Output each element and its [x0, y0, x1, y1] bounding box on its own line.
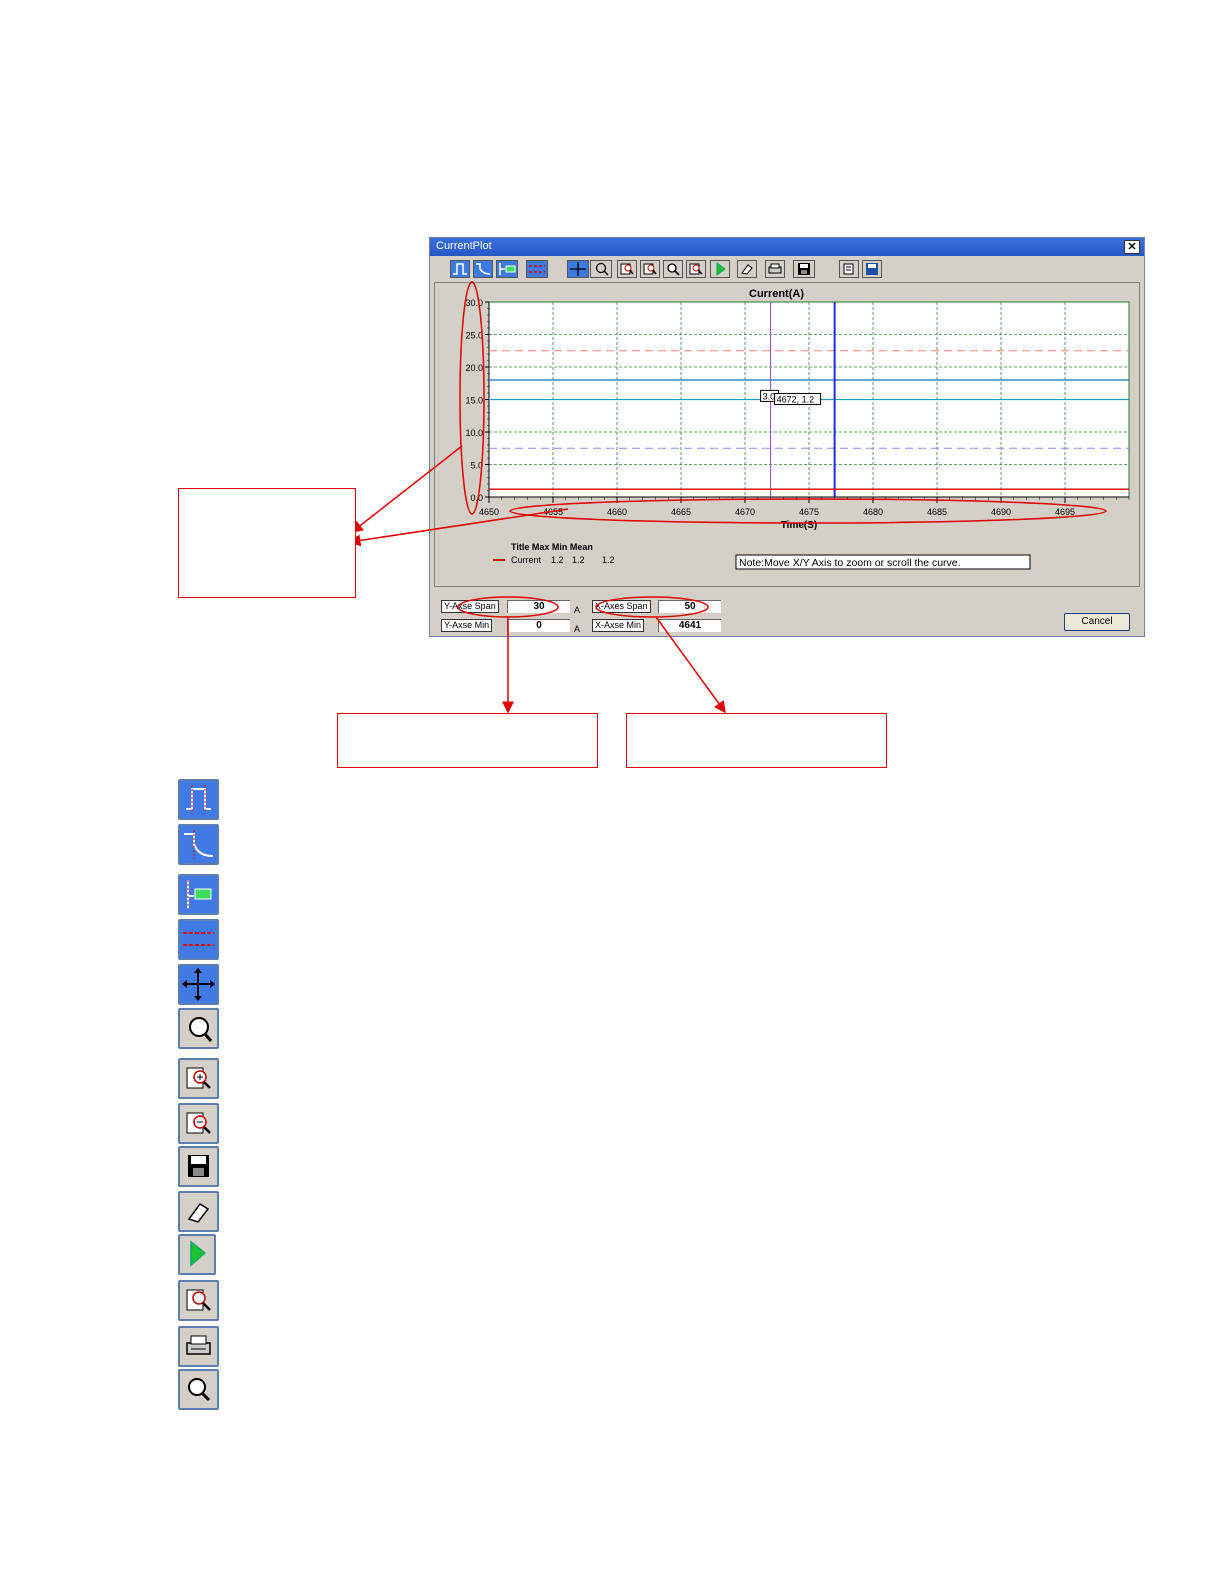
- legend-zoom-in-button: [178, 1058, 219, 1099]
- legend-curve-step-button: [178, 824, 219, 865]
- x-span-highlight-ellipse: [595, 596, 709, 618]
- y-axis-highlight-ellipse: [459, 281, 485, 515]
- x-axis-highlight-ellipse: [509, 498, 1107, 524]
- y-span-annotation-box: [337, 713, 598, 768]
- play-icon: [190, 1240, 207, 1267]
- save-icon: [193, 1168, 204, 1176]
- dashed-limits-icon: [183, 932, 214, 946]
- arrow-to-x-span-box: [655, 616, 726, 714]
- cursor-readout-icon: [194, 888, 212, 900]
- legend-eraser-button: [178, 1191, 219, 1232]
- zoom-in-icon: [203, 1081, 211, 1089]
- legend-dashed-limits-button: [178, 919, 219, 960]
- legend-cursor-readout-button: [178, 874, 219, 915]
- legend-zoom-area-button: [178, 1008, 219, 1049]
- legend-pan-button: [178, 964, 219, 1005]
- legend-zoom-reset-button: [178, 1280, 219, 1321]
- legend-print-button: [178, 1326, 219, 1367]
- legend-step-button: [178, 779, 219, 820]
- legend-play-button: [178, 1234, 216, 1275]
- x-span-annotation-box: [626, 713, 887, 768]
- arrow-to-left-box-1: [350, 445, 463, 533]
- axis-annotation-box: [178, 488, 356, 598]
- zoom-reset-icon: [202, 1302, 211, 1311]
- legend-zoom-button: [178, 1369, 219, 1410]
- zoom-area-icon: [203, 1033, 213, 1042]
- eraser-icon: [187, 1202, 210, 1223]
- zoom-icon: [200, 1391, 211, 1402]
- arrow-to-left-box-2: [348, 508, 569, 547]
- legend-zoom-out-button: [178, 1103, 219, 1144]
- legend-save-button: [178, 1146, 219, 1187]
- zoom-out-icon: [203, 1126, 211, 1134]
- annotation-overlay: [348, 281, 1107, 714]
- y-span-highlight-ellipse: [457, 596, 559, 618]
